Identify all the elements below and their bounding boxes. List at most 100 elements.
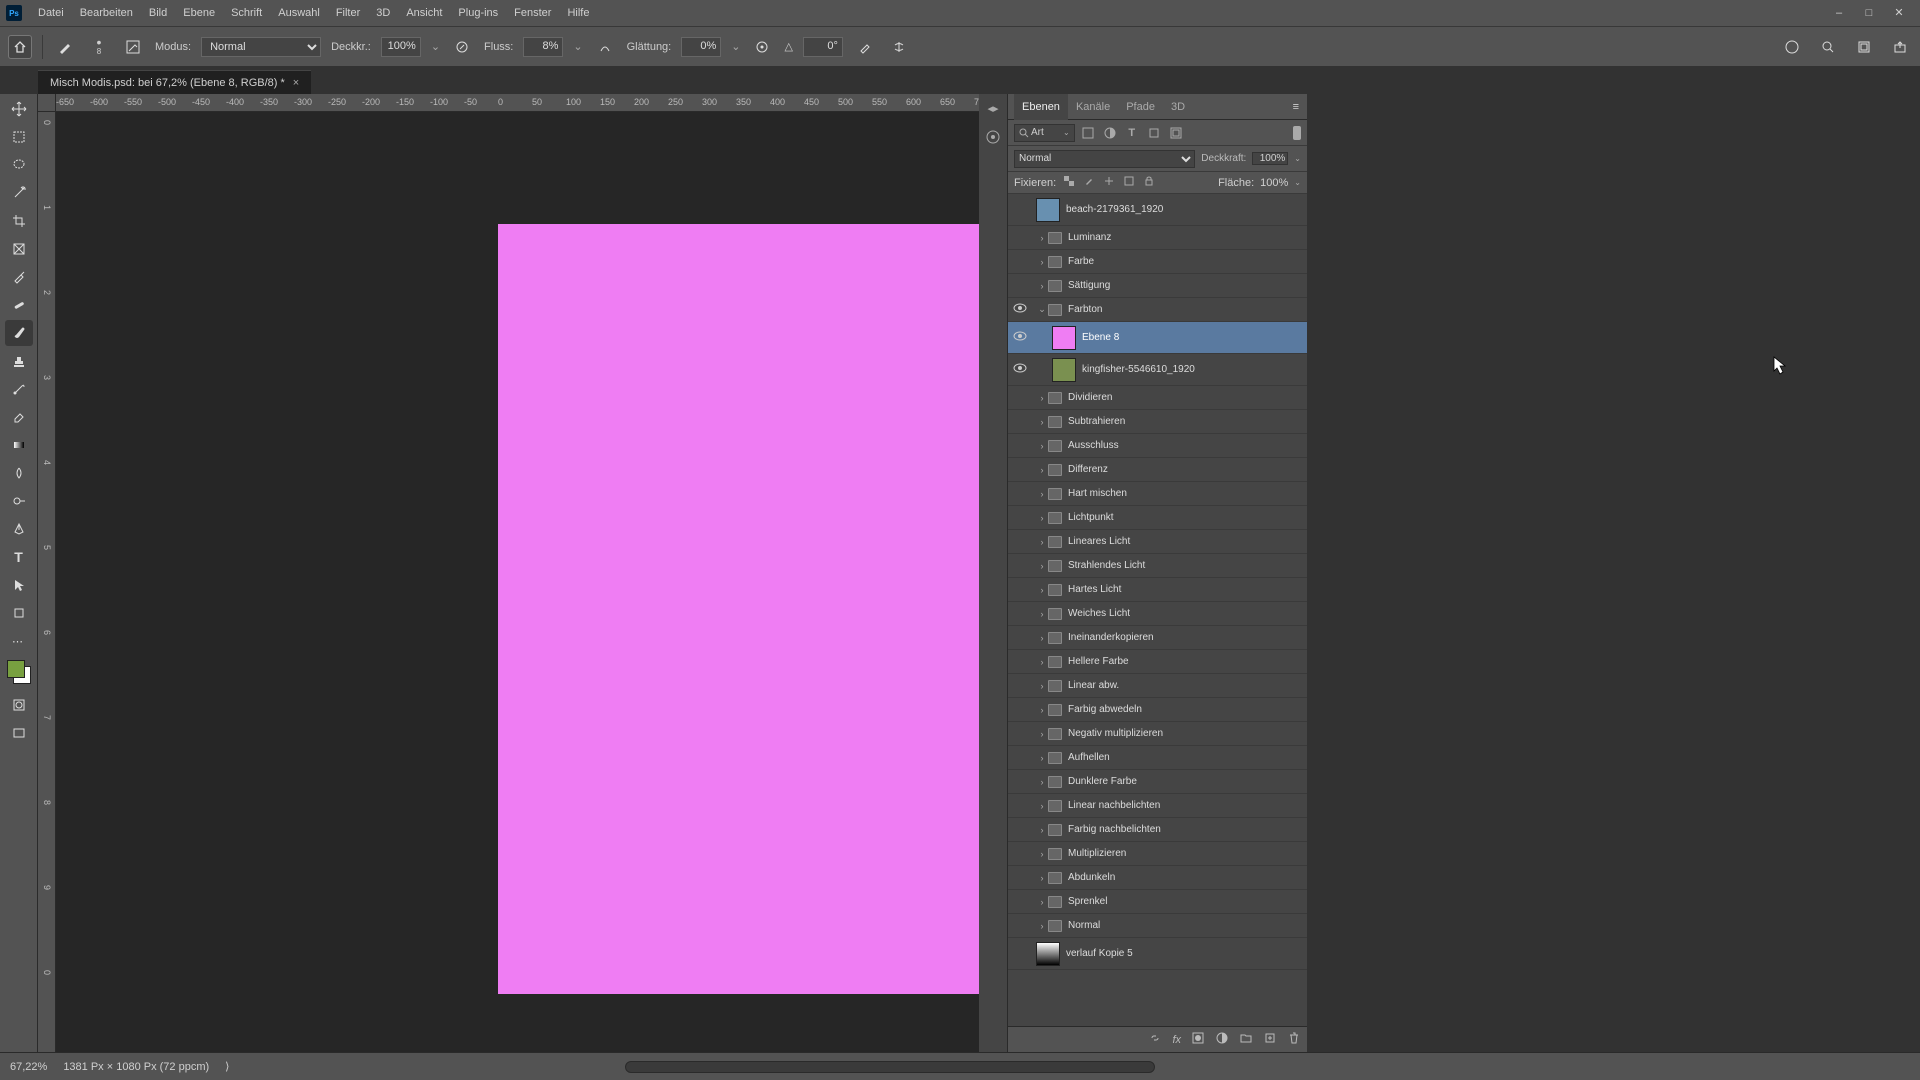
eyedropper-tool[interactable] bbox=[5, 264, 33, 290]
angle-input[interactable]: 0° bbox=[803, 37, 843, 57]
chevron-icon[interactable]: › bbox=[1036, 465, 1048, 475]
shape-tool[interactable] bbox=[5, 600, 33, 626]
layer-name[interactable]: Dunklere Farbe bbox=[1068, 776, 1137, 787]
layer-row[interactable]: ›Lichtpunkt bbox=[1008, 506, 1307, 530]
lock-paint-icon[interactable] bbox=[1082, 176, 1096, 189]
chevron-icon[interactable]: › bbox=[1036, 257, 1048, 267]
chevron-icon[interactable]: › bbox=[1036, 753, 1048, 763]
mode-select[interactable]: Normal bbox=[201, 37, 321, 57]
layer-row[interactable]: › Sättigung bbox=[1008, 274, 1307, 298]
minimize-button[interactable]: – bbox=[1824, 0, 1854, 26]
layer-row[interactable]: › Sprenkel bbox=[1008, 890, 1307, 914]
layer-name[interactable]: Farbig nachbelichten bbox=[1068, 824, 1161, 835]
doc-info[interactable]: 1381 Px × 1080 Px (72 ppcm) bbox=[63, 1061, 209, 1073]
menu-plug-ins[interactable]: Plug-ins bbox=[450, 0, 506, 26]
layer-name[interactable]: beach-2179361_1920 bbox=[1066, 204, 1163, 215]
layer-row[interactable]: ›Linear nachbelichten bbox=[1008, 794, 1307, 818]
layer-row[interactable]: ›Aufhellen bbox=[1008, 746, 1307, 770]
chevron-icon[interactable]: › bbox=[1036, 777, 1048, 787]
close-tab-button[interactable]: × bbox=[293, 77, 299, 89]
layer-thumb[interactable] bbox=[1036, 942, 1060, 966]
chevron-icon[interactable]: ⌄ bbox=[1036, 304, 1048, 315]
gradient-tool[interactable] bbox=[5, 432, 33, 458]
blur-tool[interactable] bbox=[5, 460, 33, 486]
chevron-icon[interactable]: › bbox=[1036, 537, 1048, 547]
layer-name[interactable]: Multiplizieren bbox=[1068, 848, 1126, 859]
crop-tool[interactable] bbox=[5, 208, 33, 234]
panel-menu-button[interactable]: ≡ bbox=[1285, 101, 1307, 113]
menu-filter[interactable]: Filter bbox=[328, 0, 368, 26]
opacity-input[interactable]: 100% bbox=[381, 37, 421, 57]
layer-name[interactable]: Abdunkeln bbox=[1068, 872, 1115, 883]
layer-row[interactable]: › Abdunkeln bbox=[1008, 866, 1307, 890]
layer-name[interactable]: Ebene 8 bbox=[1082, 332, 1119, 343]
marquee-tool[interactable] bbox=[5, 124, 33, 150]
layer-name[interactable]: Luminanz bbox=[1068, 232, 1111, 243]
layer-filter-input[interactable] bbox=[1031, 127, 1061, 138]
adjustment-button[interactable] bbox=[1215, 1031, 1229, 1048]
more-tool[interactable]: ⋯ bbox=[5, 628, 33, 654]
chevron-icon[interactable]: › bbox=[1036, 705, 1048, 715]
layer-row[interactable]: verlauf Kopie 5 bbox=[1008, 938, 1307, 970]
doc-info-arrow[interactable]: ⟩ bbox=[225, 1060, 229, 1073]
chevron-icon[interactable]: › bbox=[1036, 729, 1048, 739]
chevron-icon[interactable]: › bbox=[1036, 417, 1048, 427]
chevron-icon[interactable]: › bbox=[1036, 561, 1048, 571]
chevron-icon[interactable]: › bbox=[1036, 801, 1048, 811]
layer-name[interactable]: Hart mischen bbox=[1068, 488, 1127, 499]
filter-shape-icon[interactable] bbox=[1145, 124, 1163, 142]
layer-row[interactable]: ›Normal bbox=[1008, 914, 1307, 938]
brush-preset-button[interactable]: •8 bbox=[87, 35, 111, 59]
path-select-tool[interactable] bbox=[5, 572, 33, 598]
layer-thumb[interactable] bbox=[1036, 198, 1060, 222]
mask-button[interactable] bbox=[1191, 1031, 1205, 1048]
layer-row[interactable]: ›Hellere Farbe bbox=[1008, 650, 1307, 674]
canvas[interactable] bbox=[498, 224, 979, 994]
menu-schrift[interactable]: Schrift bbox=[223, 0, 270, 26]
layer-name[interactable]: Strahlendes Licht bbox=[1068, 560, 1145, 571]
chevron-icon[interactable]: › bbox=[1036, 921, 1048, 931]
layer-name[interactable]: Dividieren bbox=[1068, 392, 1112, 403]
layer-name[interactable]: Sprenkel bbox=[1068, 896, 1107, 907]
menu-bearbeiten[interactable]: Bearbeiten bbox=[72, 0, 141, 26]
layer-row[interactable]: › Farbig abwedeln bbox=[1008, 698, 1307, 722]
chevron-icon[interactable]: › bbox=[1036, 281, 1048, 291]
layer-row[interactable]: ›Negativ multiplizieren bbox=[1008, 722, 1307, 746]
layer-name[interactable]: Farbig abwedeln bbox=[1068, 704, 1142, 715]
filter-type-icon[interactable]: T bbox=[1123, 124, 1141, 142]
layer-name[interactable]: Sättigung bbox=[1068, 280, 1110, 291]
chevron-icon[interactable]: › bbox=[1036, 873, 1048, 883]
eraser-tool[interactable] bbox=[5, 404, 33, 430]
pen-pressure-button[interactable] bbox=[853, 35, 877, 59]
panel-tab-kanäle[interactable]: Kanäle bbox=[1068, 94, 1118, 120]
fg-color[interactable] bbox=[7, 660, 25, 678]
layer-name[interactable]: verlauf Kopie 5 bbox=[1066, 948, 1133, 959]
search-button[interactable] bbox=[1816, 35, 1840, 59]
link-layers-button[interactable] bbox=[1148, 1031, 1162, 1048]
layer-name[interactable]: Ineinanderkopieren bbox=[1068, 632, 1154, 643]
menu-fenster[interactable]: Fenster bbox=[506, 0, 559, 26]
layer-row[interactable]: ›Hart mischen bbox=[1008, 482, 1307, 506]
chevron-icon[interactable]: › bbox=[1036, 633, 1048, 643]
panel-tab-ebenen[interactable]: Ebenen bbox=[1014, 94, 1068, 120]
lasso-tool[interactable] bbox=[5, 152, 33, 178]
chevron-icon[interactable]: › bbox=[1036, 393, 1048, 403]
new-layer-button[interactable] bbox=[1263, 1031, 1277, 1048]
group-button[interactable] bbox=[1239, 1031, 1253, 1048]
layer-row[interactable]: ⌄Farbton bbox=[1008, 298, 1307, 322]
lock-trans-icon[interactable] bbox=[1062, 176, 1076, 189]
layer-name[interactable]: Lineares Licht bbox=[1068, 536, 1130, 547]
layer-row[interactable]: › Lineares Licht bbox=[1008, 530, 1307, 554]
smoothing-input[interactable]: 0% bbox=[681, 37, 721, 57]
smoothing-options-button[interactable] bbox=[750, 35, 774, 59]
document-tab[interactable]: Misch Modis.psd: bei 67,2% (Ebene 8, RGB… bbox=[38, 70, 311, 94]
menu-auswahl[interactable]: Auswahl bbox=[270, 0, 328, 26]
layer-row[interactable]: ›Ausschluss bbox=[1008, 434, 1307, 458]
chevron-icon[interactable]: › bbox=[1036, 897, 1048, 907]
dodge-tool[interactable] bbox=[5, 488, 33, 514]
home-button[interactable] bbox=[8, 35, 32, 59]
layer-name[interactable]: Hellere Farbe bbox=[1068, 656, 1129, 667]
layer-name[interactable]: Linear abw. bbox=[1068, 680, 1119, 691]
panel-tab-3d[interactable]: 3D bbox=[1163, 94, 1193, 120]
layer-row[interactable]: ›Luminanz bbox=[1008, 226, 1307, 250]
